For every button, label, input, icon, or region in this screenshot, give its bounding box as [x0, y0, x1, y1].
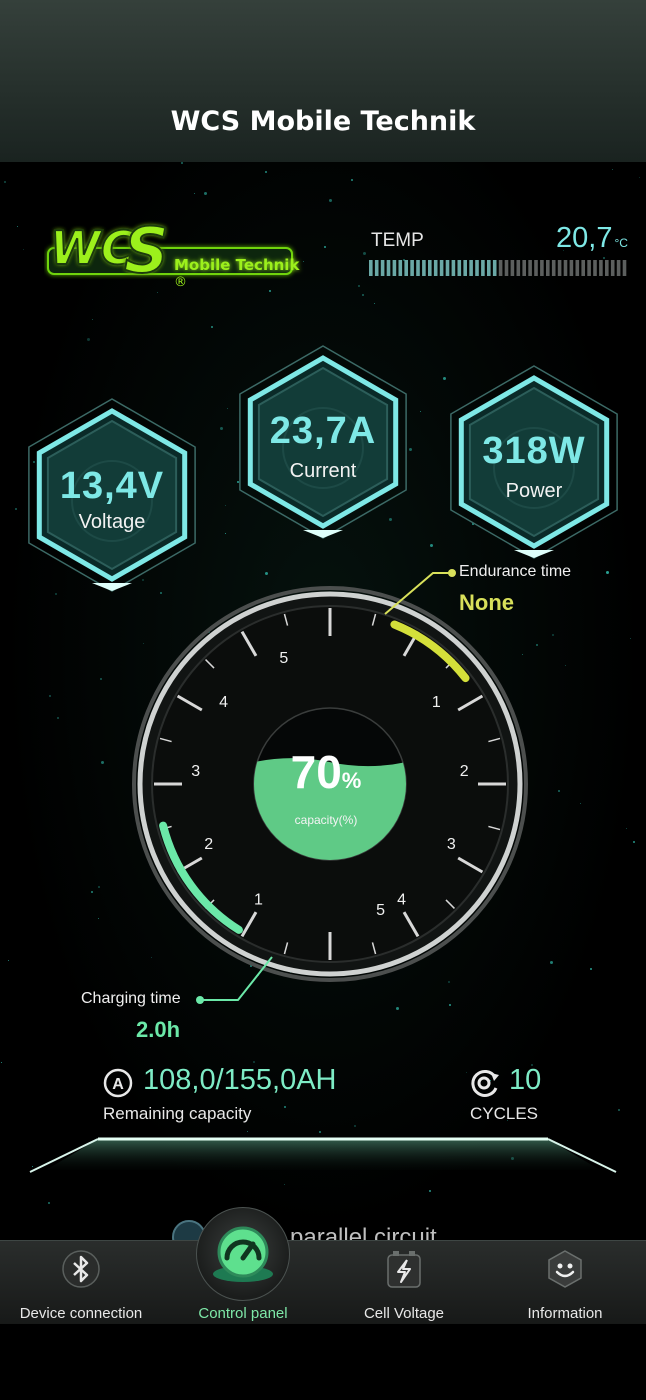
cycles-label: CYCLES — [470, 1104, 539, 1123]
app-title: WCS Mobile Technik — [170, 106, 476, 137]
platform-glow — [29, 1137, 617, 1173]
tab-label-information: Information — [527, 1305, 603, 1322]
endurance-label: Endurance time — [459, 563, 572, 580]
dashboard: WC S ® Mobile Technik TEMP 20,7 °C 13,4V … — [0, 162, 646, 1240]
system-bar-area — [0, 1324, 646, 1400]
parallel-circuit-label: parallel circuit — [290, 1224, 437, 1240]
control-panel-fab[interactable] — [196, 1207, 290, 1301]
capacity-icon: A — [103, 1068, 133, 1098]
charging-label: Charging time — [81, 990, 181, 1007]
cycle-icon — [471, 1069, 499, 1097]
speedometer-icon — [213, 1226, 273, 1282]
app-header: WCS Mobile Technik — [0, 0, 646, 162]
capacity-percent-number: 70 — [290, 746, 342, 798]
capacity-percent: 70% — [256, 745, 396, 799]
tab-cell-voltage[interactable]: Cell Voltage — [323, 1241, 485, 1325]
bluetooth-icon — [62, 1250, 100, 1288]
svg-text:A: A — [112, 1076, 124, 1093]
charging-value: 2.0h — [136, 1017, 181, 1042]
capacity-sub-label: capacity(%) — [294, 813, 358, 827]
capacity-percent-sign: % — [341, 768, 362, 793]
smiley-icon — [548, 1250, 582, 1288]
tab-device-connection[interactable]: Device connection — [0, 1241, 162, 1325]
battery-bolt-icon — [387, 1251, 421, 1288]
tab-information[interactable]: Information — [484, 1241, 646, 1325]
capacity-value: 108,0/155,0AH — [143, 1064, 337, 1096]
endurance-value: None — [459, 590, 514, 615]
cycles-value: 10 — [509, 1064, 542, 1096]
tab-label-device-connection: Device connection — [19, 1305, 143, 1322]
capacity-label: Remaining capacity — [103, 1104, 252, 1123]
tab-label-control-panel: Control panel — [198, 1305, 288, 1322]
tab-label-cell-voltage: Cell Voltage — [363, 1305, 445, 1322]
bottom-tab-bar: Device connection Control panel Cell Vol… — [0, 1240, 646, 1325]
